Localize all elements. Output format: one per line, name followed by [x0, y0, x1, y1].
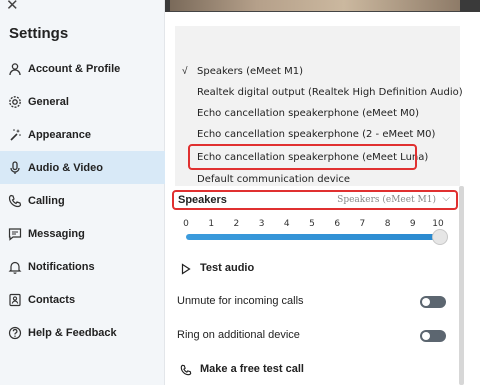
sidebar-item-calling[interactable]: Calling [0, 184, 165, 217]
sidebar-item-label: Contacts [28, 293, 76, 306]
dropdown-option[interactable]: Echo cancellation speakerphone (eMeet M0… [197, 108, 419, 119]
gear-icon [8, 95, 22, 109]
volume-tick-label: 9 [409, 219, 416, 229]
chevron-down-icon: ⌵ [442, 193, 450, 204]
video-preview [170, 0, 460, 12]
magic-wand-icon [8, 128, 22, 142]
volume-slider-track[interactable] [186, 234, 440, 240]
volume-tick-labels: 0 1 2 3 4 5 6 7 8 9 10 [182, 219, 446, 231]
sidebar-item-general[interactable]: General [0, 85, 165, 118]
volume-tick-label: 7 [359, 219, 366, 229]
sidebar-item-notifications[interactable]: Notifications [0, 250, 165, 283]
phone-icon [180, 363, 192, 376]
play-icon [180, 262, 192, 275]
speakers-selected-value: Speakers (eMeet M1) [337, 195, 436, 205]
video-preview-border [460, 0, 480, 12]
close-icon[interactable]: ✕ [6, 0, 19, 14]
highlight-box [188, 144, 417, 170]
test-audio-label: Test audio [200, 262, 255, 274]
volume-slider-thumb[interactable] [432, 229, 448, 245]
volume-tick-label: 10 [432, 219, 444, 229]
sidebar-item-audio-video[interactable]: Audio & Video [0, 151, 165, 184]
phone-icon [8, 194, 22, 208]
sidebar-item-appearance[interactable]: Appearance [0, 118, 165, 151]
speakers-select[interactable]: Speakers Speakers (eMeet M1) ⌵ [172, 190, 458, 210]
help-icon [8, 326, 22, 340]
dropdown-option[interactable]: Echo cancellation speakerphone (2 - eMee… [197, 129, 435, 140]
selected-check-icon: √ [182, 66, 188, 77]
volume-tick-label: 2 [233, 219, 240, 229]
chat-icon [8, 227, 22, 241]
sidebar-item-contacts[interactable]: Contacts [0, 283, 165, 316]
sidebar-item-label: Help & Feedback [28, 326, 117, 339]
volume-tick-label: 5 [309, 219, 315, 229]
ring-additional-label: Ring on additional device [177, 329, 300, 341]
bell-icon [8, 260, 22, 274]
page-title: Settings [9, 25, 69, 42]
unmute-incoming-toggle[interactable] [420, 296, 446, 308]
speakers-label: Speakers [178, 194, 227, 206]
scrollbar[interactable] [459, 186, 464, 385]
volume-tick-label: 4 [283, 219, 290, 229]
person-icon [8, 62, 22, 76]
dropdown-option[interactable]: Speakers (eMeet M1) [197, 66, 303, 77]
dropdown-option[interactable]: Default communication device [197, 174, 350, 185]
test-audio-button[interactable]: Test audio [180, 262, 255, 275]
volume-tick-label: 3 [258, 219, 265, 229]
sidebar-item-messaging[interactable]: Messaging [0, 217, 165, 250]
sidebar-item-label: Appearance [28, 128, 91, 141]
volume-tick-label: 6 [334, 219, 341, 229]
volume-tick-label: 1 [208, 219, 215, 229]
volume-tick-label: 0 [183, 219, 189, 229]
sidebar-item-label: General [28, 95, 69, 108]
sidebar-item-label: Calling [28, 194, 65, 207]
sidebar-item-account-profile[interactable]: Account & Profile [0, 52, 165, 85]
sidebar-item-label: Audio & Video [28, 161, 103, 174]
free-test-call-label: Make a free test call [200, 363, 304, 375]
settings-sidebar: ✕ Settings Account & Profile General App… [0, 0, 165, 385]
sidebar-item-help-feedback[interactable]: Help & Feedback [0, 316, 165, 349]
unmute-incoming-label: Unmute for incoming calls [177, 295, 304, 307]
ring-additional-toggle[interactable] [420, 330, 446, 342]
sidebar-item-label: Notifications [28, 260, 95, 273]
sidebar-item-label: Messaging [28, 227, 85, 240]
dropdown-option[interactable]: Realtek digital output (Realtek High Def… [197, 87, 463, 98]
free-test-call-button[interactable]: Make a free test call [180, 363, 304, 376]
volume-tick-label: 8 [384, 219, 391, 229]
microphone-icon [8, 160, 22, 175]
sidebar-item-label: Account & Profile [28, 62, 121, 75]
contacts-icon [8, 293, 22, 307]
